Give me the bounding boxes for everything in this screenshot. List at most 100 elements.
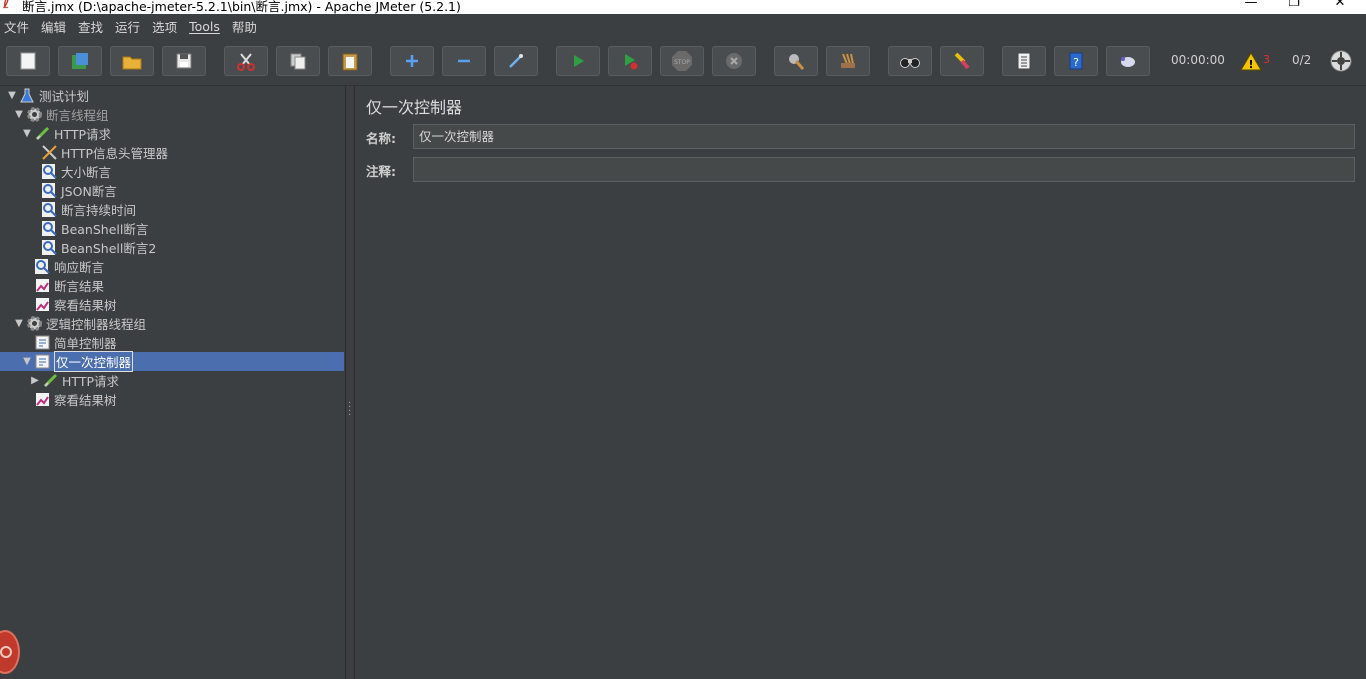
- menu-options[interactable]: 选项: [152, 17, 177, 36]
- menu-run[interactable]: 运行: [115, 17, 140, 36]
- stop-button[interactable]: STOP: [660, 46, 704, 76]
- new-document-icon: [20, 52, 36, 70]
- test-plan-tree[interactable]: ▼ 测试计划 ▼ 断言线程组 ▼ HTTP请求 HTTP信息头管理器 大小断言 …: [0, 86, 346, 679]
- elapsed-timer: 00:00:00: [1171, 53, 1225, 67]
- cut-button[interactable]: [224, 46, 268, 76]
- remote-sheep-icon: [1121, 57, 1135, 67]
- tree-node-simple-controller[interactable]: 简单控制器: [0, 333, 344, 352]
- save-disk-icon: [176, 53, 192, 69]
- tree-node-test-plan[interactable]: ▼ 测试计划: [0, 86, 344, 105]
- thread-count: 0/2: [1292, 53, 1312, 67]
- clipboard-icon: [342, 53, 358, 71]
- gear-icon: [25, 315, 43, 332]
- panel-splitter[interactable]: [346, 86, 355, 679]
- tree-node-duration-assertion[interactable]: 断言持续时间: [0, 200, 344, 219]
- templates-icon: [72, 53, 88, 69]
- tree-node-label: 察看结果树: [54, 298, 117, 313]
- magnifier-icon: [40, 201, 58, 218]
- tree-toggle[interactable]: ▼: [6, 90, 18, 101]
- shutdown-button[interactable]: [712, 46, 756, 76]
- tree-node-http-header-manager[interactable]: HTTP信息头管理器: [0, 143, 344, 162]
- splitter-grip-icon[interactable]: · · · ·: [348, 399, 351, 421]
- tree-node-label: 测试计划: [39, 89, 90, 104]
- minimize-button[interactable]: —: [1241, 0, 1261, 10]
- copy-button[interactable]: [276, 46, 320, 76]
- maximize-button[interactable]: ❐: [1284, 0, 1304, 10]
- expand-all-button[interactable]: [390, 46, 434, 76]
- menu-edit[interactable]: 编辑: [41, 17, 66, 36]
- broom-yellow-icon: [954, 52, 970, 70]
- tree-node-beanshell-assertion-2[interactable]: BeanShell断言2: [0, 238, 344, 257]
- tree-toggle[interactable]: ▼: [13, 109, 25, 120]
- tree-node-view-results-tree[interactable]: 察看结果树: [0, 295, 344, 314]
- tree-node-view-results-tree-2[interactable]: 察看结果树: [0, 390, 344, 409]
- tree-node-label: 响应断言: [54, 260, 105, 275]
- menu-search[interactable]: 查找: [78, 17, 103, 36]
- tree-node-label: 简单控制器: [54, 336, 117, 351]
- tree-node-logic-controller-thread-group[interactable]: ▼ 逻辑控制器线程组: [0, 314, 344, 333]
- tree-node-once-only-controller[interactable]: ▼ 仅一次控制器: [0, 351, 344, 372]
- comment-field[interactable]: [413, 157, 1355, 182]
- save-button[interactable]: [162, 46, 206, 76]
- controller-icon: [33, 353, 51, 370]
- templates-button[interactable]: [58, 46, 102, 76]
- tree-node-label: BeanShell断言2: [61, 241, 157, 256]
- tree-node-label: HTTP信息头管理器: [61, 146, 168, 161]
- help-book-icon: ?: [1069, 52, 1083, 70]
- tree-node-label: JSON断言: [61, 184, 117, 199]
- comment-label: 注释:: [366, 164, 396, 179]
- tree-node-assertion-results[interactable]: 断言结果: [0, 276, 344, 295]
- stop-sign-icon: STOP: [672, 51, 692, 71]
- function-helper-button[interactable]: [1002, 46, 1046, 76]
- search-button[interactable]: [888, 46, 932, 76]
- wand-toggle-icon: [509, 54, 523, 68]
- tree-toggle[interactable]: ▼: [21, 356, 33, 367]
- tree-node-label: 察看结果树: [54, 393, 117, 408]
- tree-node-http-request-2[interactable]: ▶ HTTP请求: [0, 371, 344, 390]
- tree-node-http-request[interactable]: ▼ HTTP请求: [0, 124, 344, 143]
- tree-node-thread-group[interactable]: ▼ 断言线程组: [0, 105, 344, 124]
- close-button[interactable]: ✕: [1330, 0, 1350, 10]
- reset-search-button[interactable]: [940, 46, 984, 76]
- clear-all-button[interactable]: [826, 46, 870, 76]
- tree-node-label: 逻辑控制器线程组: [46, 317, 147, 332]
- tree-toggle[interactable]: ▼: [13, 318, 25, 329]
- name-field[interactable]: 仅一次控制器: [413, 124, 1355, 149]
- tree-node-response-assertion[interactable]: 响应断言: [0, 257, 344, 276]
- name-label: 名称:: [366, 131, 396, 146]
- binoculars-icon: [900, 58, 920, 68]
- magnifier-icon: [40, 163, 58, 180]
- start-no-pauses-button[interactable]: [608, 46, 652, 76]
- paste-button[interactable]: [328, 46, 372, 76]
- open-button[interactable]: [110, 46, 154, 76]
- menu-bar: 文件 编辑 查找 运行 选项 Tools 帮助: [0, 14, 1366, 38]
- broom-gear-icon: [789, 54, 805, 70]
- collapse-all-button[interactable]: [442, 46, 486, 76]
- toggle-button[interactable]: [494, 46, 538, 76]
- remote-button[interactable]: [1106, 46, 1150, 76]
- scissors-icon: [237, 53, 255, 71]
- panel-title: 仅一次控制器: [366, 98, 463, 117]
- window-title: 断言.jmx (D:\apache-jmeter-5.2.1\bin\断言.jm…: [22, 0, 461, 14]
- tree-node-size-assertion[interactable]: 大小断言: [0, 162, 344, 181]
- gear-icon: [25, 106, 43, 123]
- tree-node-json-assertion[interactable]: JSON断言: [0, 181, 344, 200]
- menu-tools[interactable]: Tools: [189, 19, 220, 34]
- help-button[interactable]: ?: [1054, 46, 1098, 76]
- list-book-icon: [1017, 52, 1031, 70]
- tree-node-label: BeanShell断言: [61, 222, 149, 237]
- play-no-timers-icon: [625, 54, 638, 70]
- tree-toggle[interactable]: ▼: [21, 128, 33, 139]
- menu-help[interactable]: 帮助: [232, 17, 257, 36]
- warning-count[interactable]: 3: [1263, 53, 1270, 66]
- window-title-bar: ℓ 断言.jmx (D:\apache-jmeter-5.2.1\bin\断言.…: [0, 0, 1366, 14]
- clear-button[interactable]: [774, 46, 818, 76]
- start-button[interactable]: [556, 46, 600, 76]
- new-button[interactable]: [6, 46, 50, 76]
- menu-file[interactable]: 文件: [4, 17, 29, 36]
- tree-toggle[interactable]: ▶: [29, 375, 41, 386]
- tree-node-beanshell-assertion[interactable]: BeanShell断言: [0, 219, 344, 238]
- warning-icon[interactable]: !: [1240, 51, 1262, 74]
- copy-icon: [290, 53, 306, 70]
- settings-target-icon[interactable]: [1330, 50, 1352, 75]
